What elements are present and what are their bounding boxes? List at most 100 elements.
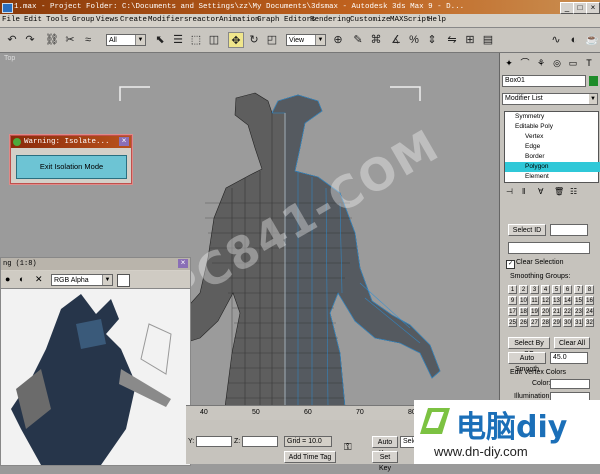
create-tab-icon[interactable]: ✦ (502, 56, 516, 70)
stack-item-border[interactable]: Border (505, 152, 600, 162)
menu-tools[interactable]: Tools (46, 15, 69, 26)
smoothing-group-button[interactable]: 9 (508, 296, 517, 305)
unlink-icon[interactable]: ✂ (62, 32, 78, 48)
key-icon[interactable]: ⚿ (344, 442, 352, 453)
alpha-channel-icon[interactable]: ◐ (19, 274, 24, 284)
menu-edit[interactable]: Edit (24, 15, 42, 26)
reference-coordinate-dropdown[interactable]: View ▼ (286, 34, 326, 46)
smoothing-group-button[interactable]: 18 (519, 307, 528, 316)
menu-group[interactable]: Group (72, 15, 95, 26)
menu-graph-editors[interactable]: Graph Editors (257, 15, 316, 26)
utilities-tab-icon[interactable]: T (582, 56, 596, 70)
stack-item-editable-poly[interactable]: Editable Poly (505, 122, 600, 132)
smoothing-group-button[interactable]: 31 (574, 318, 583, 327)
smoothing-group-button[interactable]: 27 (530, 318, 539, 327)
exit-isolation-mode-button[interactable]: Exit Isolation Mode (16, 155, 127, 179)
align-icon[interactable]: ⊞ (462, 32, 478, 48)
remove-modifier-icon[interactable]: 🗑 (554, 187, 564, 196)
menu-customize[interactable]: Customize (350, 15, 391, 26)
manipulate-icon[interactable]: ✎ (350, 32, 366, 48)
smoothing-group-button[interactable]: 15 (574, 296, 583, 305)
smoothing-group-button[interactable]: 11 (530, 296, 539, 305)
smoothing-group-button[interactable]: 25 (508, 318, 517, 327)
smoothing-group-button[interactable]: 29 (552, 318, 561, 327)
smoothing-group-button[interactable]: 28 (541, 318, 550, 327)
menu-create[interactable]: Create (120, 15, 147, 26)
select-id-dropdown[interactable] (508, 242, 590, 254)
stack-item-edge[interactable]: Edge (505, 142, 600, 152)
menu-help[interactable]: Help (428, 15, 446, 26)
smoothing-group-button[interactable]: 13 (552, 296, 561, 305)
smoothing-group-button[interactable]: 32 (585, 318, 594, 327)
select-id-button[interactable]: Select ID (508, 224, 546, 236)
render-scene-icon[interactable]: ☕ (584, 32, 600, 48)
auto-smooth-threshold-field[interactable]: 45.0 (550, 352, 588, 364)
smoothing-group-button[interactable]: 23 (574, 307, 583, 316)
minimize-button[interactable]: _ (560, 2, 574, 14)
select-link-icon[interactable]: ⛓ (44, 32, 60, 48)
add-time-tag-button[interactable]: Add Time Tag (284, 451, 336, 463)
smoothing-group-button[interactable]: 10 (519, 296, 528, 305)
smoothing-group-button[interactable]: 7 (574, 285, 583, 294)
select-rotate-icon[interactable]: ↻ (246, 32, 262, 48)
curve-editor-icon[interactable]: ∿ (548, 32, 564, 48)
select-object-icon[interactable]: ⬉ (152, 32, 168, 48)
angle-snap-icon[interactable]: ∡ (388, 32, 404, 48)
percent-snap-icon[interactable]: % (406, 32, 422, 48)
mirror-icon[interactable]: ⇋ (444, 32, 460, 48)
smoothing-group-button[interactable]: 12 (541, 296, 550, 305)
configure-modifier-sets-icon[interactable]: ☷ (570, 187, 577, 196)
selection-filter-dropdown[interactable]: All ▼ (106, 34, 146, 46)
pivot-center-icon[interactable]: ⊕ (330, 32, 346, 48)
set-key-button[interactable]: Set Key (372, 451, 398, 472)
smoothing-group-button[interactable]: 4 (541, 285, 550, 294)
clear-all-button[interactable]: Clear All (554, 337, 590, 349)
menu-maxscript[interactable]: MAXScript (390, 15, 431, 26)
close-icon[interactable]: × (119, 137, 129, 146)
pin-stack-icon[interactable]: ⊣ (506, 187, 513, 196)
smoothing-group-button[interactable]: 1 (508, 285, 517, 294)
modify-tab-icon[interactable]: ⌒ (518, 56, 532, 70)
menu-rendering[interactable]: Rendering (310, 15, 351, 26)
smoothing-group-button[interactable]: 8 (585, 285, 594, 294)
hierarchy-tab-icon[interactable]: ⚘ (534, 56, 548, 70)
menu-views[interactable]: Views (96, 15, 119, 26)
stack-item-vertex[interactable]: Vertex (505, 132, 600, 142)
select-move-icon[interactable]: ✥ (228, 32, 244, 48)
menu-animation[interactable]: Animation (219, 15, 260, 26)
smoothing-group-button[interactable]: 6 (563, 285, 572, 294)
menu-modifiers[interactable]: Modifiers (148, 15, 189, 26)
smoothing-group-button[interactable]: 14 (563, 296, 572, 305)
stack-item-polygon[interactable]: Polygon (505, 162, 600, 172)
channel-dropdown[interactable]: RGB Alpha ▼ (51, 274, 113, 286)
auto-key-button[interactable]: Auto Key (372, 436, 398, 457)
close-icon[interactable]: × (178, 259, 188, 268)
smoothing-group-button[interactable]: 26 (519, 318, 528, 327)
smoothing-group-button[interactable]: 24 (585, 307, 594, 316)
object-color-swatch[interactable] (589, 76, 598, 86)
z-coord-field[interactable] (242, 436, 278, 447)
show-end-result-icon[interactable]: ‖ (522, 187, 525, 196)
menu-file[interactable]: File (2, 15, 20, 26)
motion-tab-icon[interactable]: ◎ (550, 56, 564, 70)
spinner-snap-icon[interactable]: ⇕ (424, 32, 440, 48)
select-id-field[interactable] (550, 224, 588, 236)
color-channel-icon[interactable]: ● (5, 274, 10, 284)
modifier-list-dropdown[interactable]: Modifier List ▼ (502, 93, 598, 105)
smoothing-group-button[interactable]: 17 (508, 307, 517, 316)
snap-toggle-icon[interactable]: ⌘ (368, 32, 384, 48)
close-button[interactable]: × (586, 2, 600, 14)
smoothing-group-button[interactable]: 5 (552, 285, 561, 294)
smoothing-group-button[interactable]: 16 (585, 296, 594, 305)
selection-region-icon[interactable]: ⬚ (188, 32, 204, 48)
smoothing-group-button[interactable]: 30 (563, 318, 572, 327)
clear-icon[interactable]: ✕ (35, 274, 43, 285)
swatch-box[interactable] (117, 274, 130, 287)
maximize-button[interactable]: □ (573, 2, 587, 14)
smoothing-group-button[interactable]: 2 (519, 285, 528, 294)
make-unique-icon[interactable]: ∀ (538, 187, 543, 196)
vertex-color-swatch[interactable] (550, 379, 590, 389)
select-by-sg-button[interactable]: Select By SG (508, 337, 550, 358)
material-editor-icon[interactable]: ◐ (566, 32, 582, 48)
smoothing-group-button[interactable]: 20 (541, 307, 550, 316)
